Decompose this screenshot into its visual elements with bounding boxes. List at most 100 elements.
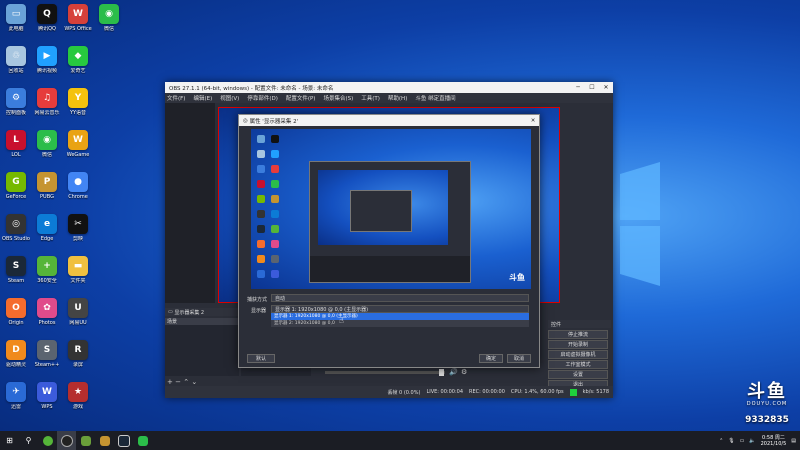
display-select[interactable]: 显示器 1: 1920x1080 @ 0,0 (主显示器) <box>271 305 529 313</box>
desktop-icon[interactable]: ▶ 腾讯视频 <box>31 46 63 74</box>
menu-docks[interactable]: 停靠部件(D) <box>247 94 278 102</box>
desktop-icon[interactable]: U 网易UU <box>62 298 94 326</box>
wechat-taskbar-icon[interactable] <box>133 431 152 450</box>
desktop-icon[interactable]: L LOL <box>0 130 32 158</box>
start-recording-button[interactable]: 开始录制 <box>548 340 608 349</box>
desktop-icon[interactable]: ✂ 剪映 <box>62 214 94 242</box>
desktop-icon[interactable]: P PUBG <box>31 172 63 200</box>
desktop-icon[interactable]: Y YY语音 <box>62 88 94 116</box>
cancel-button[interactable]: 取消 <box>507 354 531 363</box>
studio-mode-button[interactable]: 工作室模式 <box>548 360 608 369</box>
defaults-button[interactable]: 默认 <box>247 354 275 363</box>
search-icon[interactable]: ⚲ <box>19 431 38 450</box>
desktop-icon[interactable]: S Steam <box>0 256 32 284</box>
chevron-up-icon[interactable]: ⌃ <box>719 438 723 444</box>
dialog-close-icon[interactable]: ✕ <box>527 118 539 124</box>
clock[interactable]: 0:58 周二 2021/10/5 <box>761 435 787 447</box>
app-icon: ◉ <box>37 130 57 150</box>
mini-desktop-icon <box>257 210 265 218</box>
desktop-icon[interactable]: D 驱动精灵 <box>0 340 32 368</box>
desktop-icon[interactable]: +360安全 <box>31 256 63 284</box>
mini-desktop-icon <box>271 210 279 218</box>
app-icon: ◉ <box>99 4 119 24</box>
desktop-icon[interactable]: W WPS Office <box>62 4 94 32</box>
menu-help[interactable]: 帮助(H) <box>388 94 407 102</box>
desktop-icon[interactable]: ▬ 文件夹 <box>62 256 94 284</box>
desktop-icon[interactable]: ◉ 微信 <box>31 130 63 158</box>
scenes-dock: 场景 <box>165 318 239 376</box>
desktop-icon[interactable]: ◆ 爱奇艺 <box>62 46 94 74</box>
stop-streaming-button[interactable]: 停止推流 <box>548 330 608 339</box>
settings-button[interactable]: 设置 <box>548 370 608 379</box>
desktop-icon[interactable]: ✿ Photos <box>31 298 63 326</box>
desktop-icon-label: 驱动精灵 <box>5 362 26 368</box>
desktop-icon-label: Origin <box>8 320 24 326</box>
app-icon: P <box>37 172 57 192</box>
windows-logo <box>620 162 660 286</box>
microphone-icon[interactable]: 🎙 <box>728 438 734 444</box>
app-icon: S <box>37 340 57 360</box>
menu-tools[interactable]: 工具(T) <box>361 94 380 102</box>
menu-profile[interactable]: 配置文件(P) <box>286 94 316 102</box>
steam-taskbar-icon[interactable] <box>114 431 133 450</box>
scene-toolbar: + − ⌃ ⌄ <box>167 378 197 386</box>
mini-desktop-icon <box>257 270 265 278</box>
ok-button[interactable]: 确定 <box>479 354 503 363</box>
add-icon[interactable]: + <box>167 378 173 386</box>
desktop-icon[interactable]: ◎ OBS Studio <box>0 214 32 242</box>
desktop-icon[interactable]: e Edge <box>31 214 63 242</box>
game-taskbar-icon[interactable] <box>76 431 95 450</box>
desktop-icon[interactable]: ✈ 迅雷 <box>0 382 32 410</box>
menu-edit[interactable]: 编辑(E) <box>193 94 212 102</box>
desktop-icon[interactable]: ♫ 网易云音乐 <box>31 88 63 116</box>
taskbar: ⊞ ⚲ ⌃ 🎙 ▭ 🔈 0:58 周二 2021/10/5 ▤ <box>0 431 800 450</box>
maximize-icon[interactable]: ☐ <box>585 84 599 91</box>
display-option-1[interactable]: 显示器 1: 1920x1080 @ 0,0 (主显示器) <box>271 313 529 320</box>
douyu-logo: 斗鱼 <box>747 381 787 402</box>
desktop-icon[interactable]: ◉ 微信 <box>93 4 125 32</box>
capture-method-select[interactable]: 自动 <box>271 294 529 302</box>
desktop-icon-label: Steam++ <box>34 362 60 368</box>
obs-taskbar-icon[interactable] <box>57 431 76 450</box>
desktop-icon[interactable]: R 录屏 <box>62 340 94 368</box>
desktop-icon[interactable]: G GeForce <box>0 172 32 200</box>
desktop-icon[interactable]: ▭ 此电脑 <box>0 4 32 32</box>
obs-menubar: 文件(F) 编辑(E) 视图(V) 停靠部件(D) 配置文件(P) 场景集合(S… <box>165 93 613 103</box>
app-icon: S <box>6 256 26 276</box>
desktop-icon[interactable]: S Steam++ <box>31 340 63 368</box>
pubg-taskbar-icon[interactable] <box>95 431 114 450</box>
desktop-icon[interactable]: ★ 游戏 <box>62 382 94 410</box>
network-icon[interactable]: ▭ <box>740 438 745 444</box>
menu-scene-collection[interactable]: 场景集合(S) <box>323 94 353 102</box>
close-icon[interactable]: ✕ <box>599 84 613 91</box>
obs-title: OBS 27.1.1 (64-bit, windows) - 配置文件: 未命名… <box>169 85 334 92</box>
desktop-icon[interactable]: W WeGame <box>62 130 94 158</box>
mini-desktop-icon <box>257 180 265 188</box>
display-option-2[interactable]: 显示器 2: 1920x1080 @ 0,0 <box>271 320 529 327</box>
app-icon: D <box>6 340 26 360</box>
desktop-icon[interactable]: Q 腾讯QQ <box>31 4 63 32</box>
remove-icon[interactable]: − <box>175 378 181 386</box>
desktop-icon[interactable]: ⚙ 控制面板 <box>0 88 32 116</box>
desktop-icon-label: 迅雷 <box>10 404 21 410</box>
volume-slider[interactable] <box>325 369 445 376</box>
desktop-icon[interactable]: ♲ 回收站 <box>0 46 32 74</box>
stream-health-indicator <box>569 388 577 396</box>
360-browser-icon[interactable] <box>38 431 57 450</box>
up-arrow-icon[interactable]: ⌃ <box>183 378 189 386</box>
volume-icon[interactable]: 🔈 <box>749 438 755 444</box>
menu-view[interactable]: 视图(V) <box>220 94 239 102</box>
desktop-icon[interactable]: O Origin <box>0 298 32 326</box>
desktop-icon[interactable]: W WPS <box>31 382 63 410</box>
menu-douyu[interactable]: 斗鱼 绑定直播间 <box>415 94 455 102</box>
desktop-icon[interactable]: ● Chrome <box>62 172 94 200</box>
start-icon[interactable]: ⊞ <box>0 431 19 450</box>
notification-icon[interactable]: ▤ <box>791 438 796 444</box>
down-arrow-icon[interactable]: ⌄ <box>191 378 197 386</box>
menu-file[interactable]: 文件(F) <box>167 94 185 102</box>
app-icon: G <box>6 172 26 192</box>
speaker-icon[interactable]: 🔊 <box>449 368 458 376</box>
gear-icon[interactable]: ⚙ <box>461 368 467 376</box>
virtual-camera-button[interactable]: 启动虚拟摄像机 <box>548 350 608 359</box>
minimize-icon[interactable]: ─ <box>571 84 585 91</box>
